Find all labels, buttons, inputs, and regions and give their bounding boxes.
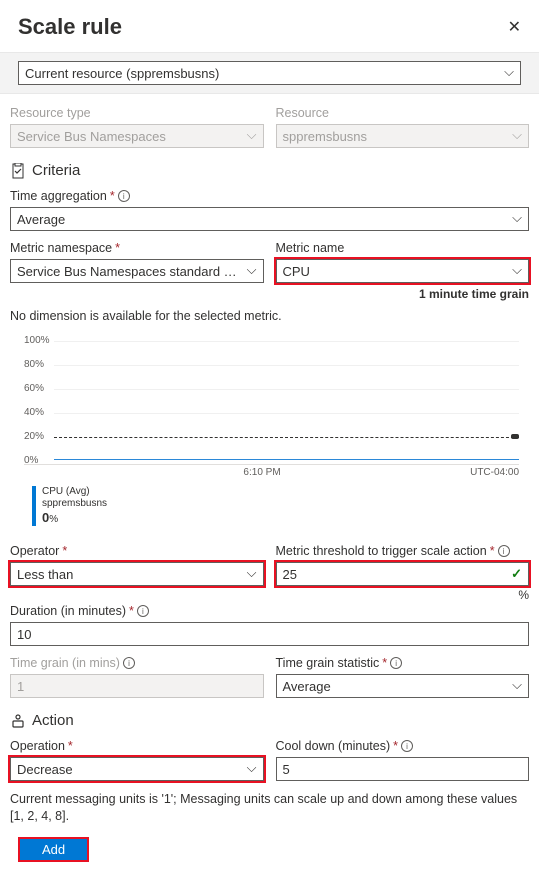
- action-icon: [10, 713, 26, 729]
- time-grain-stat-label: Time grain statistic * i: [276, 656, 530, 670]
- legend-unit: %: [49, 514, 58, 525]
- criteria-icon: [10, 163, 26, 179]
- x-tick: 6:10 PM: [243, 467, 280, 478]
- criteria-heading: Criteria: [32, 162, 80, 179]
- chevron-down-icon: ⌵: [247, 760, 257, 776]
- action-heading: Action: [32, 712, 74, 729]
- required-icon: *: [110, 189, 115, 203]
- dimension-message: No dimension is available for the select…: [10, 309, 529, 323]
- legend-color-bar: [32, 486, 36, 526]
- info-icon[interactable]: i: [390, 657, 402, 669]
- scaling-note: Current messaging units is '1'; Messagin…: [10, 791, 529, 825]
- time-grain-label: Time grain (in mins) i: [10, 656, 264, 670]
- legend-title: CPU (Avg): [42, 486, 107, 498]
- info-icon[interactable]: i: [401, 740, 413, 752]
- chevron-down-icon: ⌵: [247, 127, 257, 143]
- legend-subtitle: sppremsbusns: [42, 498, 107, 510]
- info-icon[interactable]: i: [118, 190, 130, 202]
- required-icon: *: [129, 604, 134, 618]
- time-grain-value: 1: [17, 679, 24, 694]
- cooldown-label: Cool down (minutes) * i: [276, 739, 530, 753]
- operator-label: Operator *: [10, 544, 264, 558]
- metric-name-label: Metric name: [276, 241, 530, 255]
- metric-name-value: CPU: [283, 264, 310, 279]
- info-icon[interactable]: i: [137, 605, 149, 617]
- resource-type-select: Service Bus Namespaces ⌵: [10, 124, 264, 148]
- required-icon: *: [490, 544, 495, 558]
- y-tick: 60%: [24, 383, 44, 394]
- chevron-down-icon: ⌵: [247, 262, 257, 278]
- threshold-unit: %: [276, 588, 530, 602]
- chevron-down-icon: ⌵: [512, 127, 522, 143]
- add-button[interactable]: Add: [20, 839, 87, 860]
- time-grain-stat-value: Average: [283, 679, 331, 694]
- metric-namespace-value: Service Bus Namespaces standard me...: [17, 264, 247, 279]
- metric-namespace-select[interactable]: Service Bus Namespaces standard me... ⌵: [10, 259, 264, 283]
- y-tick: 0%: [24, 455, 38, 466]
- threshold-handle: [511, 434, 519, 439]
- threshold-line: [54, 437, 519, 438]
- duration-input[interactable]: 10: [10, 622, 529, 646]
- time-grain-note: 1 minute time grain: [276, 287, 530, 301]
- resource-scope-select[interactable]: Current resource (sppremsbusns) ⌵: [18, 61, 521, 85]
- required-icon: *: [68, 739, 73, 753]
- y-tick: 80%: [24, 359, 44, 370]
- required-icon: *: [382, 656, 387, 670]
- time-grain-stat-select[interactable]: Average ⌵: [276, 674, 530, 698]
- time-grain-input: 1: [10, 674, 264, 698]
- operation-select[interactable]: Decrease ⌵: [10, 757, 264, 781]
- resource-type-value: Service Bus Namespaces: [17, 129, 166, 144]
- info-icon[interactable]: i: [498, 545, 510, 557]
- operation-value: Decrease: [17, 762, 73, 777]
- chevron-down-icon: ⌵: [504, 64, 514, 80]
- duration-value: 10: [17, 627, 31, 642]
- data-line: [54, 459, 519, 460]
- close-icon[interactable]: ✕: [508, 17, 521, 37]
- x-tick: UTC-04:00: [470, 467, 519, 478]
- required-icon: *: [62, 544, 67, 558]
- y-tick: 100%: [24, 335, 50, 346]
- metric-namespace-label: Metric namespace *: [10, 241, 264, 255]
- chevron-down-icon: ⌵: [512, 210, 522, 226]
- threshold-input[interactable]: 25 ✓: [276, 562, 530, 586]
- time-aggregation-value: Average: [17, 212, 65, 227]
- check-icon: ✓: [511, 566, 522, 582]
- required-icon: *: [393, 739, 398, 753]
- cooldown-input[interactable]: 5: [276, 757, 530, 781]
- resource-type-label: Resource type: [10, 106, 264, 120]
- time-aggregation-select[interactable]: Average ⌵: [10, 207, 529, 231]
- resource-value: sppremsbusns: [283, 129, 368, 144]
- threshold-label: Metric threshold to trigger scale action…: [276, 544, 530, 558]
- chevron-down-icon: ⌵: [512, 262, 522, 278]
- page-title: Scale rule: [18, 14, 122, 40]
- resource-select: sppremsbusns ⌵: [276, 124, 530, 148]
- cooldown-value: 5: [283, 762, 290, 777]
- operator-value: Less than: [17, 567, 73, 582]
- info-icon[interactable]: i: [123, 657, 135, 669]
- resource-label: Resource: [276, 106, 530, 120]
- time-aggregation-label: Time aggregation * i: [10, 189, 529, 203]
- y-tick: 20%: [24, 431, 44, 442]
- required-icon: *: [115, 241, 120, 255]
- operation-label: Operation *: [10, 739, 264, 753]
- y-tick: 40%: [24, 407, 44, 418]
- resource-scope-value: Current resource (sppremsbusns): [25, 66, 219, 81]
- metric-name-select[interactable]: CPU ⌵: [276, 259, 530, 283]
- chevron-down-icon: ⌵: [247, 565, 257, 581]
- duration-label: Duration (in minutes) * i: [10, 604, 529, 618]
- metric-chart: 100% 80% 60% 40% 20% 0% 6:10 PM UTC-04:0…: [10, 329, 529, 530]
- operator-select[interactable]: Less than ⌵: [10, 562, 264, 586]
- threshold-value: 25: [283, 567, 297, 582]
- chevron-down-icon: ⌵: [512, 677, 522, 693]
